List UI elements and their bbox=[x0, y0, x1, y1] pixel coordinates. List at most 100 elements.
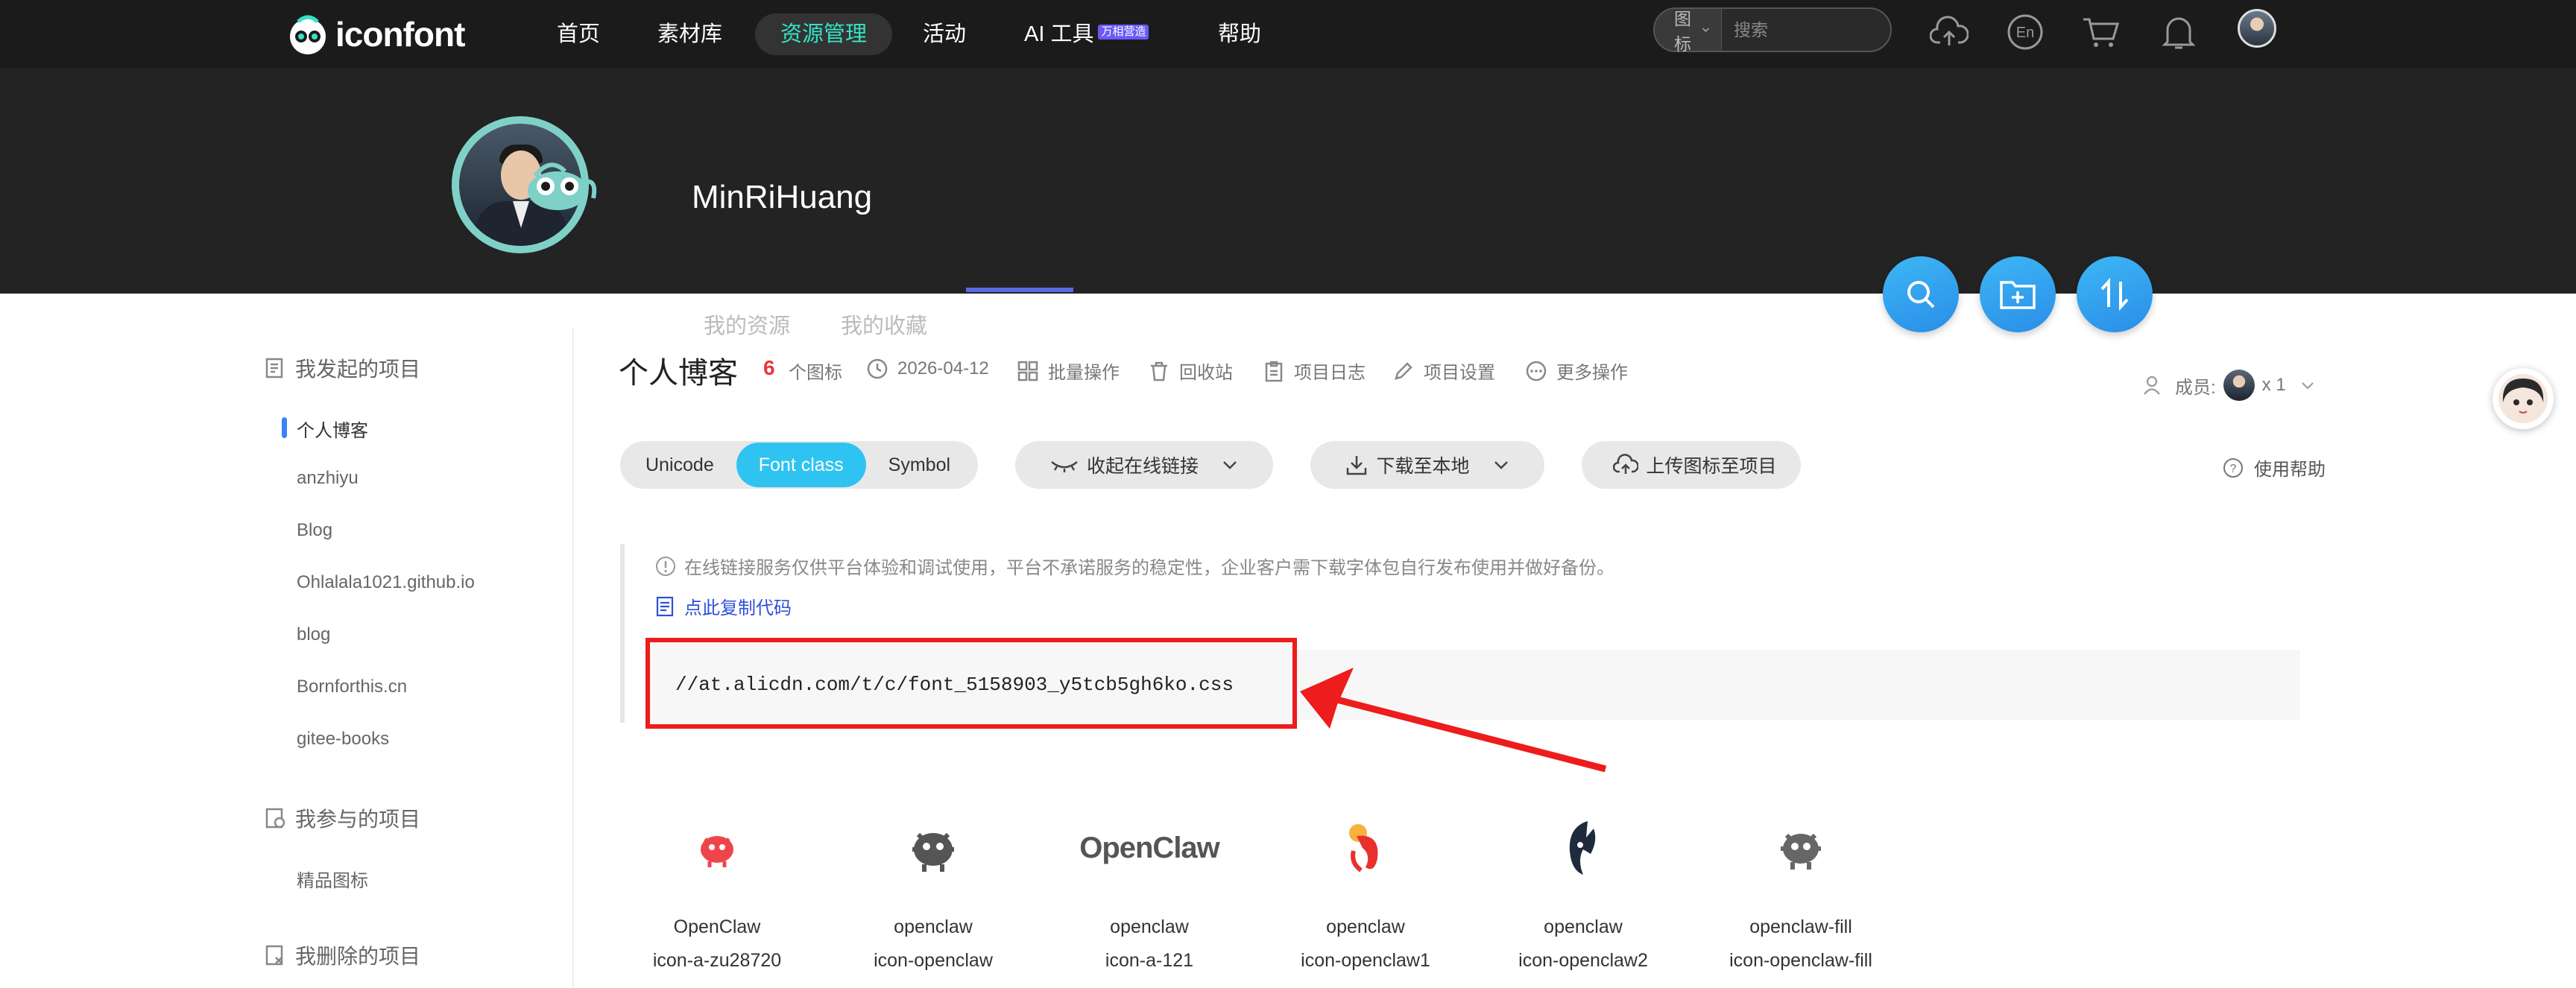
sidebar-item-blog[interactable]: blog bbox=[297, 624, 330, 645]
user-avatar[interactable] bbox=[2238, 9, 2276, 48]
font-css-url[interactable]: //at.alicdn.com/t/c/font_5158903_y5tcb5g… bbox=[675, 674, 1234, 696]
cart-icon[interactable] bbox=[2080, 10, 2123, 54]
lobster-icon bbox=[1269, 812, 1462, 884]
icon-card[interactable]: OpenClaw icon-a-zu28720 bbox=[620, 812, 814, 972]
top-nav: iconfont 首页 素材库 资源管理 活动 AI 工具 万相营造 帮助 图标 … bbox=[0, 0, 2576, 69]
nav-help[interactable]: 帮助 bbox=[1193, 13, 1287, 55]
tab-my-resources[interactable]: 我的资源 bbox=[704, 304, 790, 349]
project-sidebar: 我发起的项目 个人博客 anzhiyu Blog Ohlalala1021.gi… bbox=[246, 328, 574, 988]
sort-button[interactable] bbox=[2077, 256, 2153, 332]
gray-robot-icon bbox=[836, 812, 1030, 884]
started-projects-heading: 我发起的项目 bbox=[264, 353, 420, 383]
profile-header: MinRiHuang 我的资源 我的收藏 我的项目 bbox=[0, 69, 2576, 338]
sidebar-item-blog-capital[interactable]: Blog bbox=[297, 520, 332, 541]
icon-count-unit: 个图标 bbox=[789, 363, 842, 383]
svg-text:En: En bbox=[2016, 25, 2034, 41]
ai-badge: 万相营造 bbox=[1098, 25, 1149, 40]
collapse-online-link-button[interactable]: 收起在线链接 bbox=[1015, 441, 1273, 489]
iconfont-logo-icon bbox=[290, 15, 326, 54]
members-dropdown[interactable]: 成员: x 1 bbox=[2142, 370, 2316, 401]
question-icon: ? bbox=[2223, 457, 2243, 478]
more-actions-button[interactable]: 更多操作 bbox=[1525, 358, 1628, 384]
copy-doc-icon bbox=[656, 596, 674, 616]
icon-code: icon-openclaw bbox=[874, 950, 993, 971]
members-count: x 1 bbox=[2261, 375, 2286, 395]
copy-code-link[interactable]: 点此复制代码 bbox=[654, 593, 792, 619]
segment-symbol[interactable]: Symbol bbox=[866, 443, 973, 487]
nav-ai-tools-label: AI 工具 bbox=[1024, 22, 1094, 46]
search-type-select[interactable]: 图标 bbox=[1655, 9, 1722, 54]
upload-cloud-icon bbox=[1613, 454, 1639, 474]
red-arrow-annotation bbox=[1300, 668, 1607, 773]
nav-materials[interactable]: 素材库 bbox=[632, 13, 748, 55]
project-settings-button[interactable]: 项目设置 bbox=[1392, 358, 1495, 384]
members-label: 成员: bbox=[2175, 377, 2216, 398]
icon-name: openclaw bbox=[1544, 916, 1623, 937]
sidebar-item-featured-icons[interactable]: 精品图标 bbox=[297, 866, 368, 892]
dark-claw-icon bbox=[1486, 812, 1680, 884]
icon-code: icon-openclaw-fill bbox=[1729, 950, 1872, 971]
deleted-projects-heading: 我删除的项目 bbox=[264, 940, 420, 970]
project-doc-icon bbox=[265, 808, 285, 829]
sidebar-item-gitee-books[interactable]: gitee-books bbox=[297, 729, 389, 750]
upload-icons-button[interactable]: 上传图标至项目 bbox=[1582, 441, 1801, 489]
segment-font-class[interactable]: Font class bbox=[736, 443, 866, 487]
logo-text: iconfont bbox=[335, 15, 465, 54]
search-project-button[interactable] bbox=[1883, 256, 1959, 332]
nav-ai-tools[interactable]: AI 工具 万相营造 bbox=[999, 13, 1174, 55]
pencil-icon bbox=[1395, 361, 1412, 380]
new-project-button[interactable] bbox=[1980, 256, 2056, 332]
search-input[interactable] bbox=[1722, 9, 1954, 51]
icon-name: openclaw bbox=[894, 916, 973, 937]
tab-my-favorites[interactable]: 我的收藏 bbox=[841, 304, 927, 349]
tab-my-projects[interactable]: 我的项目 bbox=[978, 304, 1064, 349]
sort-icon bbox=[2100, 277, 2129, 311]
iconfont-logo[interactable]: iconfont bbox=[285, 6, 465, 63]
gray-robot-fill-icon bbox=[1704, 812, 1898, 884]
nav-resource-management[interactable]: 资源管理 bbox=[755, 13, 893, 55]
icon-card[interactable]: openclaw-fill icon-openclaw-fill bbox=[1704, 812, 1898, 972]
active-item-indicator bbox=[282, 417, 287, 438]
usage-help-link[interactable]: ? 使用帮助 bbox=[2223, 455, 2326, 481]
icon-name: openclaw bbox=[1326, 916, 1405, 937]
project-title: 个人博客 bbox=[619, 357, 738, 390]
member-icon bbox=[2144, 376, 2160, 395]
sidebar-item-bornforthis[interactable]: Bornforthis.cn bbox=[297, 677, 407, 697]
chevron-down-icon bbox=[2301, 382, 2314, 390]
sidebar-item-ohlalala[interactable]: Ohlalala1021.github.io bbox=[297, 572, 475, 593]
floating-assistant-avatar[interactable] bbox=[2493, 368, 2554, 429]
code-format-segmented-control: Unicode Font class Symbol bbox=[620, 441, 978, 489]
joined-projects-heading: 我参与的项目 bbox=[264, 803, 420, 833]
clock-icon bbox=[867, 358, 888, 379]
icon-card[interactable]: openclaw icon-openclaw1 bbox=[1269, 812, 1462, 972]
icon-name: openclaw-fill bbox=[1749, 916, 1852, 937]
chevron-down-icon bbox=[1702, 28, 1709, 32]
icon-card[interactable]: openclaw icon-openclaw bbox=[836, 812, 1030, 972]
search-box: 图标 bbox=[1653, 7, 1954, 54]
segment-unicode[interactable]: Unicode bbox=[623, 443, 736, 487]
download-local-button[interactable]: 下载至本地 bbox=[1310, 441, 1544, 489]
icon-code: icon-a-zu28720 bbox=[652, 950, 782, 971]
sidebar-item-anzhiyu[interactable]: anzhiyu bbox=[297, 468, 359, 489]
eye-closed-icon bbox=[1051, 461, 1078, 472]
grid-icon bbox=[1017, 361, 1038, 381]
bell-icon[interactable] bbox=[2157, 10, 2200, 54]
project-log-button[interactable]: 项目日志 bbox=[1263, 358, 1366, 384]
icon-code: icon-openclaw2 bbox=[1518, 950, 1648, 971]
icon-code: icon-a-121 bbox=[1105, 950, 1194, 971]
icon-card[interactable]: openclaw icon-openclaw2 bbox=[1486, 812, 1680, 972]
icon-name: OpenClaw bbox=[673, 916, 761, 937]
search-type-label: 图标 bbox=[1674, 9, 1691, 54]
active-tab-indicator bbox=[966, 288, 1073, 292]
online-link-notice: 在线链接服务仅供平台体验和调试使用，平台不承诺服务的稳定性，企业客户需下载字体包… bbox=[654, 553, 1614, 579]
batch-operation-button[interactable]: 批量操作 bbox=[1017, 358, 1120, 384]
upload-cloud-icon[interactable] bbox=[1928, 10, 1971, 54]
more-icon bbox=[1526, 361, 1547, 381]
sidebar-item-personal-blog[interactable]: 个人博客 bbox=[297, 416, 368, 442]
language-en-icon[interactable]: En bbox=[2004, 10, 2047, 54]
icon-card[interactable]: OpenClaw openclaw icon-a-121 bbox=[1052, 812, 1246, 972]
recycle-bin-button[interactable]: 回收站 bbox=[1148, 358, 1233, 384]
nav-activity[interactable]: 活动 bbox=[897, 13, 991, 55]
nav-home[interactable]: 首页 bbox=[531, 13, 625, 55]
svg-text:?: ? bbox=[2230, 463, 2237, 475]
